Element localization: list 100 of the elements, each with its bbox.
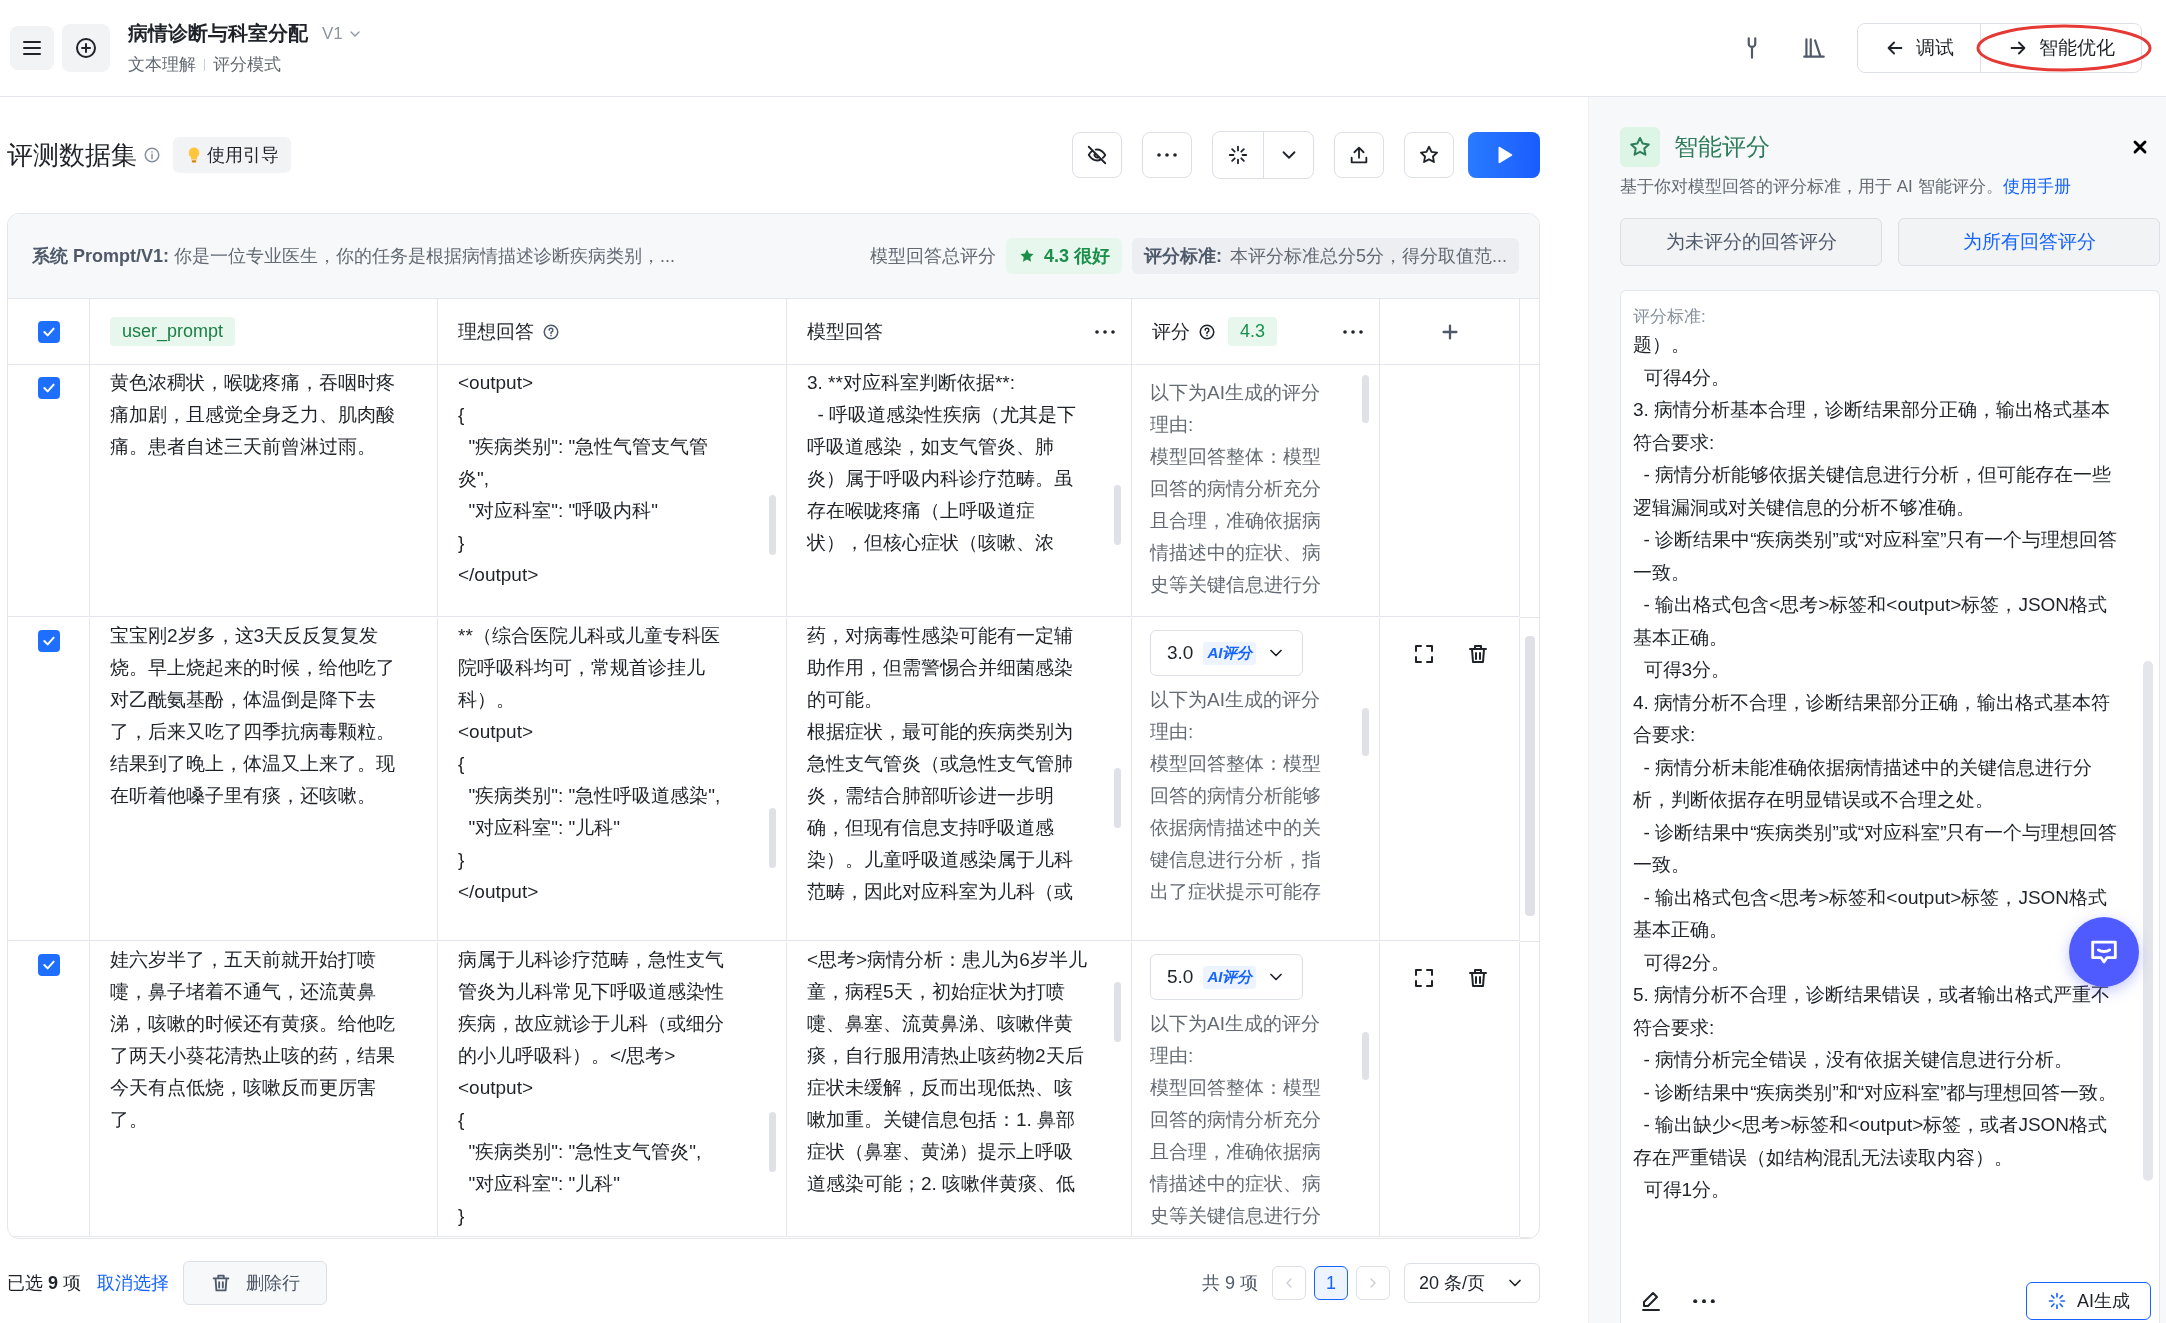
delete-button[interactable] bbox=[1466, 966, 1490, 990]
scrollbar-thumb[interactable] bbox=[1114, 485, 1121, 545]
panel-title: 智能评分 bbox=[1674, 132, 1770, 162]
more-button[interactable] bbox=[1693, 1298, 1715, 1304]
criteria-text: 可得1分。 bbox=[1642, 1178, 1731, 1202]
table-cell-text: <output> bbox=[458, 371, 535, 395]
score-reason: 模型回答整体：模型回答的病情分析能够依据病情描述中的关键信息进行分析，指出了症状提示可能存 bbox=[1150, 752, 1322, 904]
score-all-button[interactable]: 为所有回答评分 bbox=[1898, 218, 2160, 266]
criteria-text: - 输出格式包含<思考>标签和<output>标签，JSON格式基本正确。 bbox=[1633, 885, 2109, 942]
clear-selection-link[interactable]: 取消选择 bbox=[97, 1271, 170, 1295]
delete-rows-button[interactable]: 删除行 bbox=[183, 1261, 328, 1305]
sparkle-icon bbox=[1227, 144, 1249, 166]
table-cell-text: <思考>病情分析：患儿为6岁半儿童，病程5天，初始症状为打喷嚏、鼻塞、流黄鼻涕、咳嗽伴黄痰，自行服用清热止咳药物2天后症状未缓解，反而出现低热、咳嗽加重。关键信息包括：1. 鼻部症状（鼻塞、黄涕）提示上呼吸道感染可能；2. 咳嗽伴黄痰、低 bbox=[807, 948, 1088, 1196]
table-cell-text: } bbox=[458, 531, 466, 555]
breadcrumb-item: 文本理解 bbox=[128, 54, 196, 76]
criteria-text: 3. 病情分析基本合理，诊断结果部分正确，输出格式基本符合要求: bbox=[1633, 398, 2112, 455]
edit-button[interactable] bbox=[1639, 1289, 1663, 1313]
score-select[interactable]: 3.0 AI评分 bbox=[1150, 630, 1304, 676]
hide-button[interactable] bbox=[1072, 132, 1122, 178]
score-unscored-button[interactable]: 为未评分的回答评分 bbox=[1620, 218, 1882, 266]
score-reason: 以下为AI生成的评分理由: bbox=[1150, 1012, 1321, 1068]
more-icon bbox=[1693, 1298, 1715, 1304]
section-title: 评测数据集 bbox=[7, 138, 137, 172]
criteria-text: - 输出格式包含<思考>标签和<output>标签，JSON格式基本正确。 bbox=[1633, 593, 2109, 650]
star-icon bbox=[1628, 135, 1652, 159]
ai-generate-button[interactable]: AI生成 bbox=[2026, 1282, 2151, 1320]
add-button[interactable] bbox=[62, 24, 110, 72]
upload-button[interactable] bbox=[1334, 132, 1384, 178]
table-cell-text: 黄色浓稠状，喉咙疼痛，吞咽时疼痛加剧，且感觉全身乏力、肌肉酸痛。患者自述三天前曾淋过雨。 bbox=[110, 371, 396, 459]
total-score: 4.3 很好 bbox=[1043, 245, 1110, 268]
manual-link[interactable]: 使用手册 bbox=[2002, 177, 2071, 196]
favorite-button[interactable] bbox=[1404, 132, 1454, 178]
more-icon bbox=[1343, 329, 1363, 334]
run-button[interactable] bbox=[1468, 132, 1540, 178]
criteria-label: 评分标准: bbox=[1633, 306, 1707, 328]
pencil-icon bbox=[1639, 1289, 1663, 1313]
expand-button[interactable] bbox=[1412, 966, 1436, 990]
delete-button[interactable] bbox=[1466, 642, 1490, 666]
page-button[interactable]: 1 bbox=[1313, 1266, 1348, 1300]
app-title: 病情诊断与科室分配 bbox=[128, 21, 308, 46]
upload-icon bbox=[1348, 144, 1370, 166]
criteria-text: 4. 病情分析不合理，诊断结果部分正确，输出格式基本符合要求: bbox=[1633, 690, 2112, 747]
selection-count: 已选 9 项 bbox=[7, 1272, 82, 1295]
scrollbar-thumb[interactable] bbox=[1362, 1032, 1369, 1080]
more-icon bbox=[1095, 329, 1115, 334]
page-size-select[interactable]: 20 条/页 bbox=[1403, 1263, 1540, 1303]
table-cell-text: <output> bbox=[458, 720, 535, 744]
total-score-label: 模型回答总评分 bbox=[869, 245, 996, 268]
help-icon bbox=[1198, 322, 1216, 341]
scrollbar-thumb[interactable] bbox=[2143, 661, 2153, 1181]
table-cell-text: 药，对病毒性感染可能有一定辅助作用，但需警惕合并细菌感染的可能。 bbox=[807, 624, 1074, 712]
criteria-text: 题）。 bbox=[1633, 333, 1690, 357]
table-cell-text: "对应科室": "儿科" bbox=[467, 1172, 622, 1196]
criteria-text: - 输出缺少<思考>标签和<output>标签，或者JSON格式存在严重错误（如结构混乱无法读取内容）。 bbox=[1633, 1113, 2109, 1170]
expand-button[interactable] bbox=[1412, 642, 1436, 666]
trash-icon bbox=[1466, 966, 1490, 990]
info-icon bbox=[143, 146, 161, 164]
breadcrumb-item: 评分模式 bbox=[213, 54, 281, 76]
table-cell-text: "疾病类别": "急性气管支气管炎", bbox=[458, 435, 710, 491]
column-header: 模型回答 bbox=[807, 319, 883, 344]
star-icon bbox=[1418, 144, 1440, 166]
guide-button[interactable]: 使用引导 bbox=[173, 137, 291, 173]
scrollbar-thumb[interactable] bbox=[1114, 768, 1121, 828]
table-cell-text: 娃六岁半了，五天前就开始打喷嚏，鼻子堵着不通气，还流黄鼻涕，咳嗽的时候还有黄痰。给他吃了两天小葵花清热止咳的药，结果今天有点低烧，咳嗽反而更厉害了。 bbox=[110, 948, 396, 1132]
panel-description: 基于你对模型回答的评分标准，用于 AI 智能评分。使用手册 bbox=[1620, 176, 2072, 198]
scrollbar-thumb[interactable] bbox=[1114, 982, 1121, 1042]
checkbox[interactable] bbox=[37, 377, 60, 399]
checkbox[interactable] bbox=[37, 630, 60, 652]
scrollbar-thumb[interactable] bbox=[1362, 375, 1369, 423]
criteria-text: - 诊断结果中“疾病类别”和“对应科室”都与理想回答一致。 bbox=[1642, 1080, 2118, 1105]
table-cell-text: - 呼吸道感染性疾病（尤其是下呼吸道感染，如支气管炎、肺炎）属于呼吸内科诊疗范畴。虽存在喉咙疼痛（上呼吸道症状），但核心症状（咳嗽、浓 bbox=[807, 403, 1078, 555]
add-icon bbox=[74, 36, 98, 60]
sparkle-icon bbox=[2047, 1291, 2067, 1311]
score-reason: 以下为AI生成的评分理由: bbox=[1150, 381, 1321, 437]
table-cell-text: { bbox=[458, 752, 466, 776]
table-cell-text: **（综合医院儿科或儿童专科医院呼吸科均可，常规首诊挂儿科）。 bbox=[458, 624, 721, 712]
checkbox[interactable] bbox=[37, 320, 60, 343]
scrollbar-thumb[interactable] bbox=[769, 1112, 776, 1172]
total-count: 共 9 项 bbox=[1201, 1272, 1258, 1295]
score-select[interactable]: 5.0 AI评分 bbox=[1150, 954, 1304, 1000]
scrollbar-thumb[interactable] bbox=[769, 495, 776, 555]
score-reason: 模型回答整体：模型回答的病情分析充分且合理，准确依据病情描述中的症状、病史等关键信息进行分 bbox=[1150, 1076, 1322, 1228]
score-badge: 4.3 bbox=[1228, 317, 1278, 346]
help-icon bbox=[542, 322, 560, 341]
criteria-text: - 病情分析完全错误，没有依据关键信息进行分析。 bbox=[1642, 1048, 2074, 1072]
table-cell-text: </output> bbox=[458, 563, 540, 587]
table-cell-text: 病属于儿科诊疗范畴，急性支气管炎为儿科常见下呼吸道感染性疾病，故应就诊于儿科（或细分的小儿呼吸科）。</思考> bbox=[458, 948, 725, 1068]
table-cell-text: "疾病类别": "急性呼吸道感染", bbox=[467, 784, 722, 808]
fullscreen-icon bbox=[1412, 966, 1436, 990]
table-cell-text: { bbox=[458, 1108, 466, 1132]
menu-button[interactable] bbox=[10, 26, 54, 70]
table-cell-text: "疾病类别": "急性支气管炎", bbox=[467, 1140, 703, 1164]
criteria-text: 可得2分。 bbox=[1642, 950, 1731, 975]
criteria-text: 可得3分。 bbox=[1642, 658, 1731, 682]
scrollbar-thumb[interactable] bbox=[1525, 636, 1535, 916]
column-header: 评分 bbox=[1152, 319, 1190, 344]
table-cell-text: } bbox=[458, 848, 466, 872]
scrollbar-thumb[interactable] bbox=[1362, 708, 1369, 756]
scrollbar-thumb[interactable] bbox=[769, 808, 776, 868]
checkbox[interactable] bbox=[37, 954, 60, 976]
